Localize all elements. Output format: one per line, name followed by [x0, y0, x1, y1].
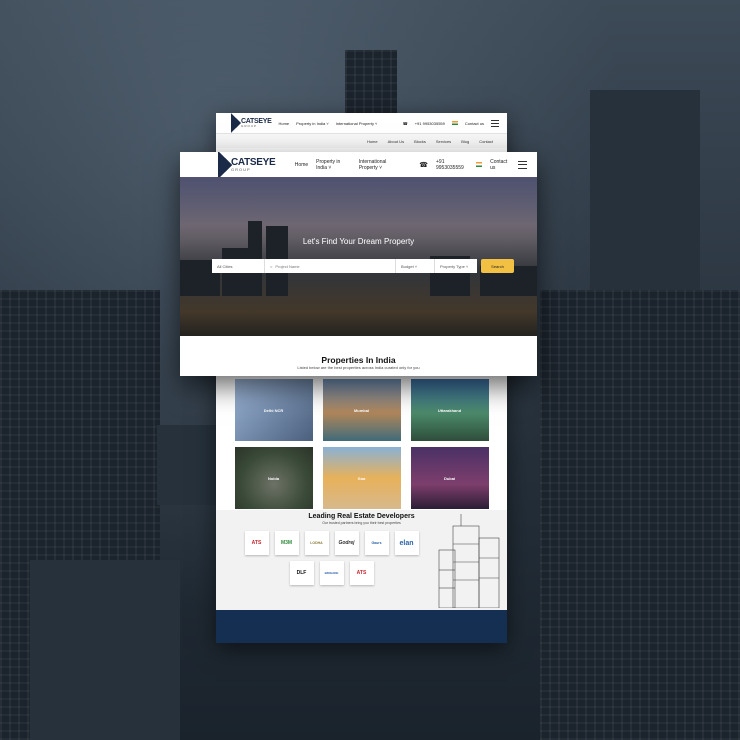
- properties-subtitle: Listed below are the best properties acr…: [297, 365, 420, 370]
- city-row: Noida Goa Dubai: [216, 447, 507, 509]
- logo-diamond-icon: [221, 113, 241, 133]
- city-row: Delhi NCR Mumbai Uttarakhand: [216, 379, 507, 441]
- hero-title: Let's Find Your Dream Property: [302, 237, 415, 246]
- logo-name: CATSEYE: [231, 156, 276, 168]
- city-label: Goa: [357, 475, 366, 481]
- developer-logo[interactable]: DLF: [289, 561, 314, 585]
- developer-logo[interactable]: elan: [394, 531, 419, 555]
- city-card-dubai[interactable]: Dubai: [410, 447, 489, 509]
- developer-logo[interactable]: LODHA: [304, 531, 329, 555]
- phone-icon: ☎: [419, 161, 428, 169]
- subnav-item[interactable]: Blocks: [414, 139, 426, 144]
- developer-logos-row: ATS M3M LODHA Godrej Gaurs elan: [216, 531, 447, 555]
- nav-international-property[interactable]: International Property ˅: [359, 159, 403, 171]
- subnav-item[interactable]: Services: [436, 139, 451, 144]
- developer-logo[interactable]: Godrej: [334, 531, 359, 555]
- subnav-item[interactable]: Home: [367, 139, 378, 144]
- nav-contact[interactable]: Contact us: [490, 159, 510, 171]
- logo[interactable]: CATSEYE GROUP: [221, 113, 272, 133]
- bg-tower: [540, 290, 740, 740]
- city-card-mumbai[interactable]: Mumbai: [322, 379, 401, 441]
- navbar: CATSEYE GROUP Home Property in India ˅ I…: [216, 113, 507, 134]
- developer-logo[interactable]: ATS: [349, 561, 374, 585]
- city-card-uttarakhand[interactable]: Uttarakhand: [410, 379, 489, 441]
- logo-diamond-icon: [203, 152, 233, 179]
- logo-sub: GROUP: [231, 166, 251, 172]
- nav-property-india[interactable]: Property in India ˅: [316, 159, 351, 171]
- logo[interactable]: CATSEYE GROUP: [203, 152, 276, 179]
- nav-home[interactable]: Home: [295, 162, 308, 168]
- nav-contact[interactable]: Contact us: [465, 121, 484, 126]
- search-button[interactable]: Search: [481, 259, 514, 273]
- nav-home[interactable]: Home: [278, 121, 289, 126]
- india-flag-icon: [476, 162, 483, 167]
- menu-icon[interactable]: [491, 119, 499, 127]
- developers-section: Leading Real Estate Developers Our trust…: [216, 510, 507, 610]
- developer-logo[interactable]: Gaurs: [364, 531, 389, 555]
- property-type-select[interactable]: Property Type ˅: [435, 259, 477, 273]
- search-icon: ○: [270, 263, 273, 269]
- nav-phone[interactable]: +91 9953035559: [415, 121, 445, 126]
- subnav-item[interactable]: About Us: [388, 139, 404, 144]
- budget-select[interactable]: Budget ˅: [396, 259, 435, 273]
- properties-title: Properties In India: [321, 355, 396, 365]
- subnav-item[interactable]: Contact: [479, 139, 493, 144]
- navbar: CATSEYE GROUP Home Property in India ˅ I…: [180, 152, 537, 179]
- developer-logo[interactable]: BRIGADE: [319, 561, 344, 585]
- nav-international-property[interactable]: International Property ˅: [336, 121, 378, 126]
- phone-icon: ☎: [402, 120, 408, 126]
- city-select[interactable]: All Cities: [212, 259, 265, 273]
- city-label: Dubai: [443, 475, 456, 481]
- city-label: Delhi NCR: [263, 407, 284, 413]
- footer: [216, 610, 507, 643]
- city-label: Uttarakhand: [437, 407, 462, 413]
- city-card-delhi-ncr[interactable]: Delhi NCR: [234, 379, 313, 441]
- developer-logos-row: DLF BRIGADE ATS: [216, 561, 447, 585]
- developer-logo[interactable]: ATS: [244, 531, 269, 555]
- city-card-noida[interactable]: Noida: [234, 447, 313, 509]
- logo-sub: GROUP: [241, 124, 258, 128]
- nav-phone[interactable]: +91 9953035559: [436, 159, 468, 171]
- developer-logo[interactable]: M3M: [274, 531, 299, 555]
- city-card-goa[interactable]: Goa: [322, 447, 401, 509]
- menu-icon[interactable]: [518, 160, 527, 169]
- nav-property-india[interactable]: Property in India ˅: [296, 121, 329, 126]
- website-preview-front: CATSEYE GROUP Home Property in India ˅ I…: [180, 152, 537, 376]
- city-label: Mumbai: [353, 407, 370, 413]
- building-line-art: [438, 514, 500, 608]
- india-flag-icon: [451, 121, 458, 125]
- sub-navbar: Home About Us Blocks Services Blog Conta…: [216, 134, 507, 148]
- project-search-input[interactable]: ○ Project Name: [265, 259, 396, 273]
- subnav-item[interactable]: Blog: [461, 139, 469, 144]
- city-label: Noida: [267, 475, 280, 481]
- property-search-bar: All Cities ○ Project Name Budget ˅ Prope…: [212, 259, 477, 273]
- bg-tower: [30, 560, 180, 740]
- hero-banner: Let's Find Your Dream Property All Citie…: [180, 177, 537, 336]
- bg-tower: [157, 425, 217, 505]
